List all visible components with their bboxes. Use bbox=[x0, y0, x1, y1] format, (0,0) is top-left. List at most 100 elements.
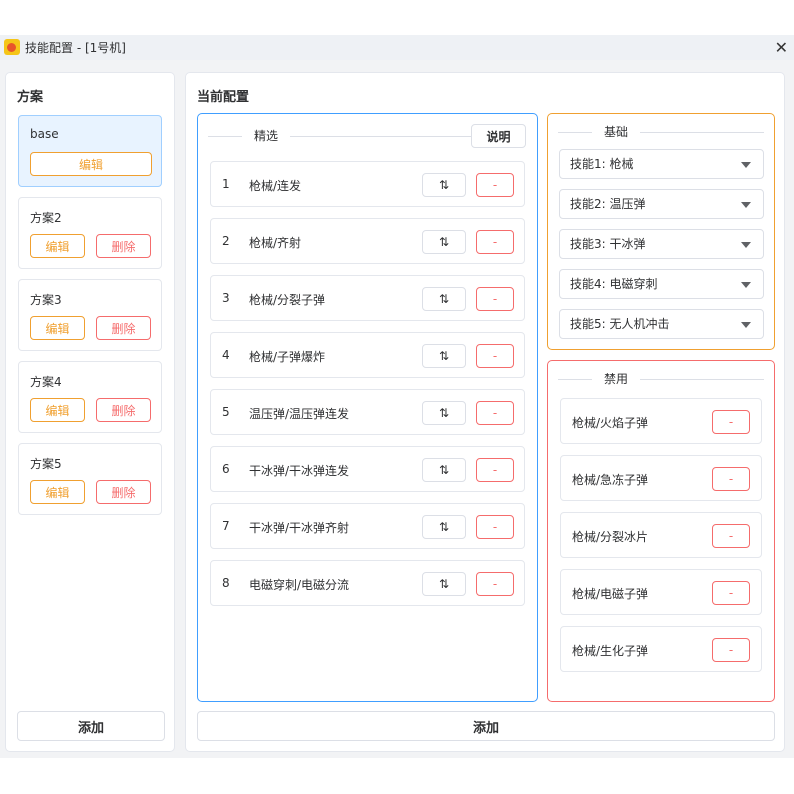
skill-name: 枪械/连发 bbox=[249, 179, 302, 193]
skill-select[interactable]: 技能1: 枪械 bbox=[559, 149, 764, 179]
disabled-skill-row: 枪械/急冻子弹 - bbox=[560, 455, 762, 501]
plan-name: 方案2 bbox=[30, 211, 62, 225]
delete-plan-button[interactable]: 删除 bbox=[96, 316, 151, 340]
row-index: 7 bbox=[222, 519, 230, 533]
config-title: 当前配置 bbox=[197, 90, 250, 105]
dropdown-arrow-icon bbox=[741, 282, 751, 288]
skill-select[interactable]: 技能3: 干冰弹 bbox=[559, 229, 764, 259]
disabled-skill-row: 枪械/分裂冰片 - bbox=[560, 512, 762, 558]
skill-name: 温压弹/温压弹连发 bbox=[249, 407, 350, 421]
selected-legend: 精选 bbox=[242, 127, 291, 145]
delete-plan-button[interactable]: 删除 bbox=[96, 398, 151, 422]
plan-card[interactable]: base 编辑 bbox=[18, 115, 162, 187]
plan-card[interactable]: 方案2 编辑 删除 bbox=[18, 197, 162, 269]
skill-name: 干冰弹/干冰弹连发 bbox=[249, 464, 350, 478]
dropdown-arrow-icon bbox=[741, 162, 751, 168]
skill-name: 干冰弹/干冰弹齐射 bbox=[249, 521, 350, 535]
skill-select[interactable]: 技能4: 电磁穿刺 bbox=[559, 269, 764, 299]
selected-skill-row: 3 枪械/分裂子弹 ⇅ - bbox=[210, 275, 525, 321]
edit-plan-button[interactable]: 编辑 bbox=[30, 234, 85, 258]
add-plan-button[interactable]: 添加 bbox=[17, 711, 165, 741]
skill-name: 枪械/火焰子弹 bbox=[572, 416, 649, 430]
remove-button[interactable]: - bbox=[712, 524, 750, 548]
plan-card[interactable]: 方案3 编辑 删除 bbox=[18, 279, 162, 351]
remove-button[interactable]: - bbox=[476, 230, 514, 254]
selected-skill-row: 1 枪械/连发 ⇅ - bbox=[210, 161, 525, 207]
selected-skill-row: 8 电磁穿刺/电磁分流 ⇅ - bbox=[210, 560, 525, 606]
remove-button[interactable]: - bbox=[476, 173, 514, 197]
plans-title: 方案 bbox=[17, 90, 44, 105]
plan-card[interactable]: 方案5 编辑 删除 bbox=[18, 443, 162, 515]
edit-plan-button[interactable]: 编辑 bbox=[30, 480, 85, 504]
row-index: 8 bbox=[222, 576, 230, 590]
skill-select[interactable]: 技能2: 温压弹 bbox=[559, 189, 764, 219]
plans-panel: 方案 base 编辑 方案2 编辑 删除 方案3 编辑 删除 方案4 编辑 删除 方案5… bbox=[5, 72, 175, 752]
selected-skill-row: 4 枪械/子弹爆炸 ⇅ - bbox=[210, 332, 525, 378]
dropdown-arrow-icon bbox=[741, 322, 751, 328]
skill-name: 枪械/急冻子弹 bbox=[572, 473, 649, 487]
reorder-button[interactable]: ⇅ bbox=[422, 401, 466, 425]
selected-skill-row: 7 干冰弹/干冰弹齐射 ⇅ - bbox=[210, 503, 525, 549]
remove-button[interactable]: - bbox=[712, 638, 750, 662]
selected-skill-row: 5 温压弹/温压弹连发 ⇅ - bbox=[210, 389, 525, 435]
skill-name: 枪械/生化子弹 bbox=[572, 644, 649, 658]
remove-button[interactable]: - bbox=[476, 287, 514, 311]
app-icon bbox=[4, 39, 20, 55]
reorder-button[interactable]: ⇅ bbox=[422, 515, 466, 539]
reorder-button[interactable]: ⇅ bbox=[422, 173, 466, 197]
skill-select-value: 技能4: 电磁穿刺 bbox=[570, 277, 658, 291]
help-button[interactable]: 说明 bbox=[471, 124, 526, 148]
edit-plan-button[interactable]: 编辑 bbox=[30, 152, 152, 176]
remove-button[interactable]: - bbox=[476, 344, 514, 368]
skill-name: 电磁穿刺/电磁分流 bbox=[249, 578, 350, 592]
reorder-button[interactable]: ⇅ bbox=[422, 230, 466, 254]
title-bar: 技能配置 - [1号机] ✕ bbox=[0, 35, 794, 60]
plan-card[interactable]: 方案4 编辑 删除 bbox=[18, 361, 162, 433]
skill-select-value: 技能2: 温压弹 bbox=[570, 197, 646, 211]
row-index: 1 bbox=[222, 177, 230, 191]
remove-button[interactable]: - bbox=[476, 515, 514, 539]
add-skill-button[interactable]: 添加 bbox=[197, 711, 775, 741]
reorder-button[interactable]: ⇅ bbox=[422, 287, 466, 311]
remove-button[interactable]: - bbox=[712, 410, 750, 434]
selected-group: 精选 说明 1 枪械/连发 ⇅ - 2 枪械/齐射 ⇅ - 3 枪械/分裂子弹 … bbox=[197, 113, 538, 702]
selected-skill-row: 2 枪械/齐射 ⇅ - bbox=[210, 218, 525, 264]
skill-name: 枪械/子弹爆炸 bbox=[249, 350, 326, 364]
row-index: 5 bbox=[222, 405, 230, 419]
dropdown-arrow-icon bbox=[741, 202, 751, 208]
row-index: 3 bbox=[222, 291, 230, 305]
remove-button[interactable]: - bbox=[712, 467, 750, 491]
remove-button[interactable]: - bbox=[476, 401, 514, 425]
row-index: 2 bbox=[222, 234, 230, 248]
reorder-button[interactable]: ⇅ bbox=[422, 458, 466, 482]
plan-name: base bbox=[30, 127, 59, 141]
row-index: 4 bbox=[222, 348, 230, 362]
delete-plan-button[interactable]: 删除 bbox=[96, 234, 151, 258]
skill-name: 枪械/分裂子弹 bbox=[249, 293, 326, 307]
plan-name: 方案3 bbox=[30, 293, 62, 307]
skill-name: 枪械/分裂冰片 bbox=[572, 530, 649, 544]
delete-plan-button[interactable]: 删除 bbox=[96, 480, 151, 504]
remove-button[interactable]: - bbox=[712, 581, 750, 605]
reorder-button[interactable]: ⇅ bbox=[422, 572, 466, 596]
skill-select[interactable]: 技能5: 无人机冲击 bbox=[559, 309, 764, 339]
reorder-button[interactable]: ⇅ bbox=[422, 344, 466, 368]
config-panel: 当前配置 精选 说明 1 枪械/连发 ⇅ - 2 枪械/齐射 ⇅ - 3 枪械/… bbox=[185, 72, 785, 752]
close-icon[interactable]: ✕ bbox=[775, 35, 788, 60]
dropdown-arrow-icon bbox=[741, 242, 751, 248]
skill-select-value: 技能3: 干冰弹 bbox=[570, 237, 646, 251]
plan-name: 方案5 bbox=[30, 457, 62, 471]
edit-plan-button[interactable]: 编辑 bbox=[30, 316, 85, 340]
skill-name: 枪械/齐射 bbox=[249, 236, 302, 250]
row-index: 6 bbox=[222, 462, 230, 476]
selected-skill-row: 6 干冰弹/干冰弹连发 ⇅ - bbox=[210, 446, 525, 492]
disabled-legend: 禁用 bbox=[592, 370, 641, 388]
window-title: 技能配置 - [1号机] bbox=[25, 41, 126, 55]
basic-legend: 基础 bbox=[592, 123, 641, 141]
remove-button[interactable]: - bbox=[476, 572, 514, 596]
plan-name: 方案4 bbox=[30, 375, 62, 389]
disabled-skill-row: 枪械/电磁子弹 - bbox=[560, 569, 762, 615]
edit-plan-button[interactable]: 编辑 bbox=[30, 398, 85, 422]
disabled-skill-row: 枪械/生化子弹 - bbox=[560, 626, 762, 672]
remove-button[interactable]: - bbox=[476, 458, 514, 482]
